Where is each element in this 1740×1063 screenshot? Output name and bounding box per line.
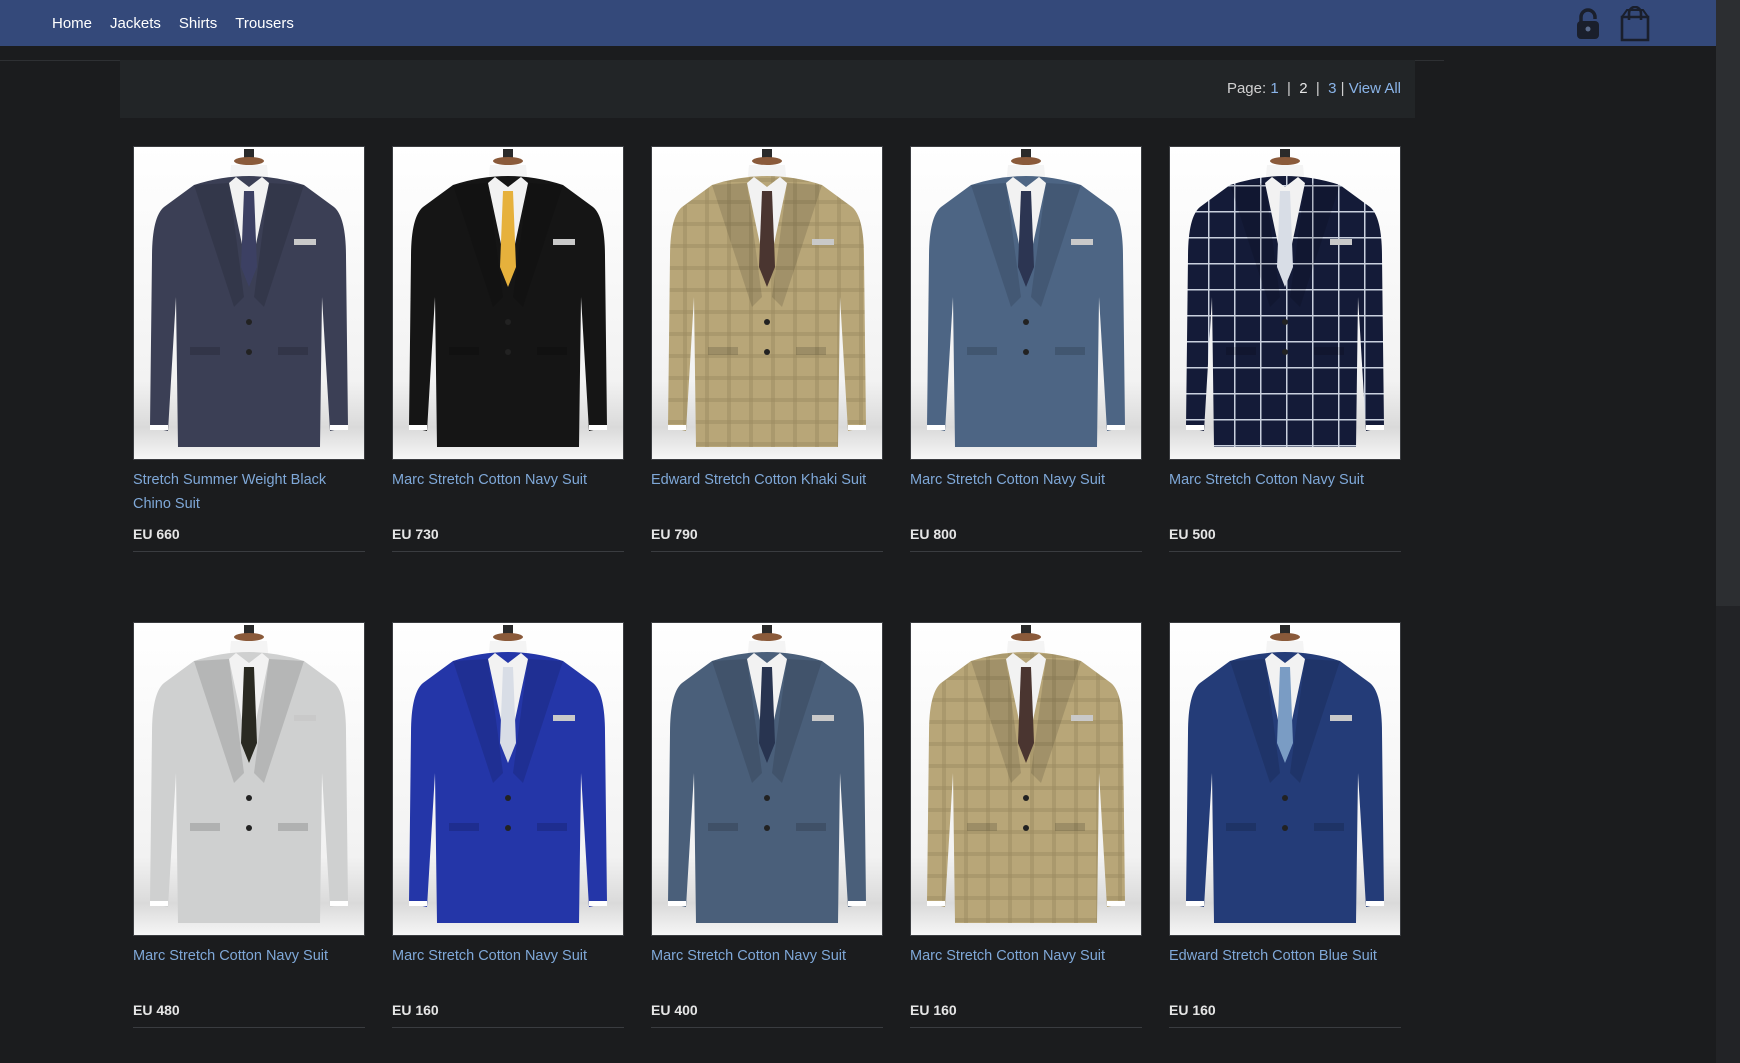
nav-shirts[interactable]: Shirts bbox=[179, 15, 217, 32]
product-title[interactable]: Edward Stretch Cotton Blue Suit bbox=[1169, 944, 1401, 968]
product-title[interactable]: Marc Stretch Cotton Navy Suit bbox=[392, 468, 624, 492]
product-image[interactable] bbox=[910, 146, 1142, 460]
product-price: EU 160 bbox=[910, 1002, 957, 1018]
product-image[interactable] bbox=[392, 622, 624, 936]
product-price: EU 400 bbox=[651, 1002, 698, 1018]
page-link-3[interactable]: 3 bbox=[1328, 80, 1336, 97]
product-title[interactable]: Marc Stretch Cotton Navy Suit bbox=[1169, 468, 1401, 492]
product-divider bbox=[133, 1027, 365, 1028]
product-title[interactable]: Marc Stretch Cotton Navy Suit bbox=[133, 944, 365, 968]
product-title[interactable]: Marc Stretch Cotton Navy Suit bbox=[910, 468, 1142, 492]
product-image[interactable] bbox=[651, 622, 883, 936]
nav-home[interactable]: Home bbox=[52, 15, 92, 32]
view-all-link[interactable]: View All bbox=[1349, 80, 1401, 97]
product-title[interactable]: Marc Stretch Cotton Navy Suit bbox=[910, 944, 1142, 968]
top-navigation-bar: Home Jackets Shirts Trousers bbox=[0, 0, 1716, 46]
page-link-1[interactable]: 1 bbox=[1270, 80, 1278, 97]
scrollbar-thumb[interactable] bbox=[1716, 0, 1740, 606]
product-divider bbox=[910, 551, 1142, 552]
product-title[interactable]: Stretch Summer Weight Black Chino Suit bbox=[133, 468, 365, 516]
product-price: EU 160 bbox=[1169, 1002, 1216, 1018]
lock-icon[interactable] bbox=[1574, 8, 1602, 40]
product-title[interactable]: Marc Stretch Cotton Navy Suit bbox=[392, 944, 624, 968]
product-divider bbox=[1169, 1027, 1401, 1028]
product-price: EU 160 bbox=[392, 1002, 439, 1018]
product-divider bbox=[1169, 551, 1401, 552]
product-price: EU 660 bbox=[133, 526, 180, 542]
product-divider bbox=[392, 551, 624, 552]
shopping-bag-icon[interactable] bbox=[1619, 6, 1651, 42]
nav-trousers[interactable]: Trousers bbox=[235, 15, 294, 32]
product-price: EU 500 bbox=[1169, 526, 1216, 542]
product-image[interactable] bbox=[910, 622, 1142, 936]
product-image[interactable] bbox=[1169, 622, 1401, 936]
product-price: EU 790 bbox=[651, 526, 698, 542]
pagination-label: Page: bbox=[1226, 80, 1267, 97]
main-nav: Home Jackets Shirts Trousers bbox=[52, 0, 312, 46]
product-price: EU 800 bbox=[910, 526, 957, 542]
page-current-2: 2 bbox=[1299, 80, 1308, 97]
product-divider bbox=[651, 1027, 883, 1028]
product-image[interactable] bbox=[133, 146, 365, 460]
product-image[interactable] bbox=[651, 146, 883, 460]
product-title[interactable]: Marc Stretch Cotton Navy Suit bbox=[651, 944, 883, 968]
pagination: Page: 1 | 2 | 3 | View All bbox=[1226, 80, 1401, 97]
product-image[interactable] bbox=[1169, 146, 1401, 460]
product-price: EU 730 bbox=[392, 526, 439, 542]
product-divider bbox=[392, 1027, 624, 1028]
pagination-bar: Page: 1 | 2 | 3 | View All bbox=[120, 60, 1415, 118]
product-divider bbox=[910, 1027, 1142, 1028]
product-divider bbox=[133, 551, 365, 552]
product-price: EU 480 bbox=[133, 1002, 180, 1018]
product-title[interactable]: Edward Stretch Cotton Khaki Suit bbox=[651, 468, 883, 492]
product-image[interactable] bbox=[133, 622, 365, 936]
product-divider bbox=[651, 551, 883, 552]
product-image[interactable] bbox=[392, 146, 624, 460]
nav-jackets[interactable]: Jackets bbox=[110, 15, 161, 32]
